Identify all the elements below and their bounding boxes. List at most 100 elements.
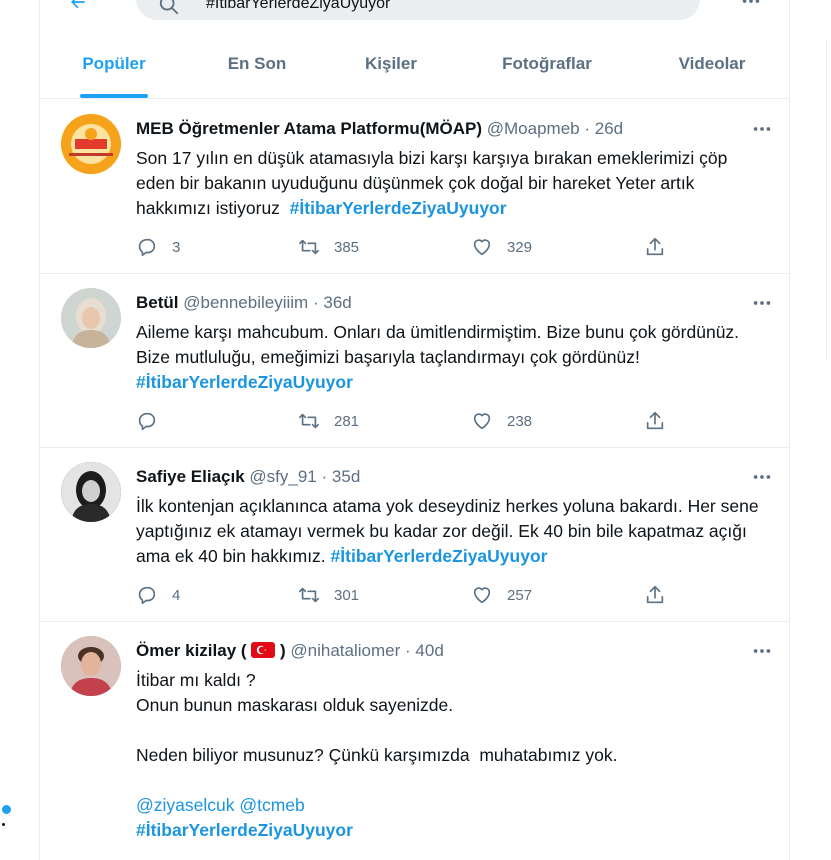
separator-dot: ·: [312, 293, 319, 312]
tweet-text: İtibar mı kaldı ? Onun bunun maskarası o…: [136, 668, 766, 843]
tab-label: Kişiler: [365, 54, 417, 73]
tweet-body: Aileme karşı mahcubum. Onları da ümitlen…: [136, 322, 744, 367]
user-photo-icon: [61, 636, 121, 696]
tweet-time[interactable]: 35d: [332, 467, 360, 486]
retweet-count: 301: [334, 586, 360, 604]
tweet[interactable]: Safiye Eliaçık @sfy_91 · 35d İlk kontenj…: [40, 448, 789, 622]
author-handle[interactable]: @Moapmeb: [487, 119, 580, 138]
tweet-header: Safiye Eliaçık @sfy_91 · 35d: [136, 466, 766, 488]
hashtag-link[interactable]: #İtibarYerlerdeZiyaUyuyor: [136, 372, 353, 392]
like-button[interactable]: 329: [471, 234, 532, 260]
share-button[interactable]: [644, 234, 666, 260]
avatar[interactable]: [61, 288, 121, 348]
tweet-actions: 4 301 257: [136, 582, 696, 608]
avatar[interactable]: [61, 114, 121, 174]
reply-button[interactable]: 4: [136, 582, 180, 608]
reply-button[interactable]: [136, 408, 172, 434]
turkey-flag-icon: [251, 642, 276, 658]
more-icon[interactable]: [750, 640, 774, 662]
more-icon[interactable]: [750, 118, 774, 140]
retweet-count: 281: [334, 412, 360, 430]
like-button[interactable]: 257: [471, 582, 532, 608]
like-count: 238: [507, 412, 533, 430]
tweet-time[interactable]: 26d: [595, 119, 623, 138]
author-handle[interactable]: @nihataliomer: [290, 641, 400, 660]
retweet-button[interactable]: 281: [298, 408, 359, 434]
tweet-header: Betül @bennebileyiiim · 36d: [136, 292, 766, 314]
tweet-body: İtibar mı kaldı ? Onun bunun maskarası o…: [136, 670, 618, 765]
back-arrow-icon[interactable]: [68, 0, 88, 12]
retweet-icon: [299, 587, 319, 603]
author-name[interactable]: Safiye Eliaçık: [136, 467, 245, 486]
hashtag-link[interactable]: #İtibarYerlerdeZiyaUyuyor: [136, 820, 353, 840]
tab-videos[interactable]: Videolar: [652, 42, 772, 98]
tweet-actions: 281 238: [136, 408, 696, 434]
author-handle[interactable]: @sfy_91: [249, 467, 316, 486]
like-count: 329: [507, 238, 533, 256]
tweet[interactable]: Betül @bennebileyiiim · 36d Aileme karşı…: [40, 274, 789, 448]
hashtag-link[interactable]: #İtibarYerlerdeZiyaUyuyor: [290, 198, 507, 218]
tab-popular[interactable]: Popüler: [40, 42, 188, 98]
tab-label: Videolar: [678, 54, 746, 73]
tweet-actions: 3 385 329: [136, 234, 696, 260]
user-photo-icon: [61, 462, 121, 522]
separator-dot: ·: [405, 641, 411, 660]
side-marker: [2, 823, 5, 826]
notification-dot: [2, 805, 11, 814]
search-input[interactable]: #İtibarYerlerdeZiyaUyuyor: [136, 0, 700, 20]
tab-people[interactable]: Kişiler: [326, 42, 456, 98]
author-name-start: Ömer kizilay (: [136, 641, 252, 660]
tweet-text: İlk kontenjan açıklanınca atama yok dese…: [136, 494, 766, 569]
user-photo-icon: [61, 288, 121, 348]
tweet-text: Son 17 yılın en düşük atamasıyla bizi ka…: [136, 146, 766, 221]
share-icon: [646, 237, 664, 256]
share-icon: [646, 411, 664, 430]
avatar[interactable]: [61, 462, 121, 522]
author-handle[interactable]: @bennebileyiiim: [183, 293, 308, 312]
tweet-time[interactable]: 36d: [323, 293, 351, 312]
author-name[interactable]: Betül: [136, 293, 179, 312]
tweet-header: Ömer kizilay ( ) @nihataliomer · 40d: [136, 640, 766, 662]
tweet-text: Aileme karşı mahcubum. Onları da ümitlen…: [136, 320, 766, 395]
right-panel-edge: [826, 40, 831, 360]
like-count: 257: [507, 586, 533, 604]
tweet-header: MEB Öğretmenler Atama Platformu(MÖAP) @M…: [136, 118, 766, 140]
like-button[interactable]: 238: [471, 408, 532, 434]
share-icon: [646, 585, 664, 604]
avatar[interactable]: [61, 636, 121, 696]
reply-button[interactable]: 3: [136, 234, 180, 260]
tab-label: En Son: [227, 54, 287, 73]
tab-latest[interactable]: En Son: [188, 42, 326, 98]
retweet-button[interactable]: 385: [298, 234, 359, 260]
more-icon[interactable]: [740, 0, 762, 12]
like-icon: [473, 413, 491, 430]
mention-links[interactable]: @ziyaselcuk @tcmeb: [136, 795, 305, 815]
author-name[interactable]: Ömer kizilay ( ): [136, 641, 286, 660]
search-icon: [159, 0, 179, 15]
tab-photos[interactable]: Fotoğraflar: [470, 42, 624, 98]
tab-label: Popüler: [82, 54, 146, 73]
top-bar: #İtibarYerlerdeZiyaUyuyor: [40, 0, 789, 26]
hashtag-link[interactable]: #İtibarYerlerdeZiyaUyuyor: [331, 546, 548, 566]
moap-logo-icon: [61, 114, 121, 174]
tweet-time[interactable]: 40d: [415, 641, 443, 660]
author-name[interactable]: MEB Öğretmenler Atama Platformu(MÖAP): [136, 119, 482, 138]
retweet-count: 385: [334, 238, 360, 256]
reply-icon: [138, 238, 156, 257]
share-button[interactable]: [644, 582, 666, 608]
retweet-icon: [299, 239, 319, 255]
like-icon: [473, 587, 491, 604]
retweet-button[interactable]: 301: [298, 582, 359, 608]
tweet[interactable]: MEB Öğretmenler Atama Platformu(MÖAP) @M…: [40, 100, 789, 274]
tweet[interactable]: Ömer kizilay ( ) @nihataliomer · 40d İti…: [40, 622, 789, 860]
reply-icon: [138, 412, 156, 431]
separator-dot: ·: [584, 119, 591, 138]
more-icon[interactable]: [750, 466, 774, 488]
reply-count: 3: [172, 238, 181, 256]
share-button[interactable]: [644, 408, 666, 434]
separator-dot: ·: [321, 467, 328, 486]
like-icon: [473, 239, 491, 256]
search-tabs: Popüler En Son Kişiler Fotoğraflar Video…: [40, 42, 789, 99]
timeline-column: #İtibarYerlerdeZiyaUyuyor Popüler En Son…: [39, 0, 790, 860]
more-icon[interactable]: [750, 292, 774, 314]
